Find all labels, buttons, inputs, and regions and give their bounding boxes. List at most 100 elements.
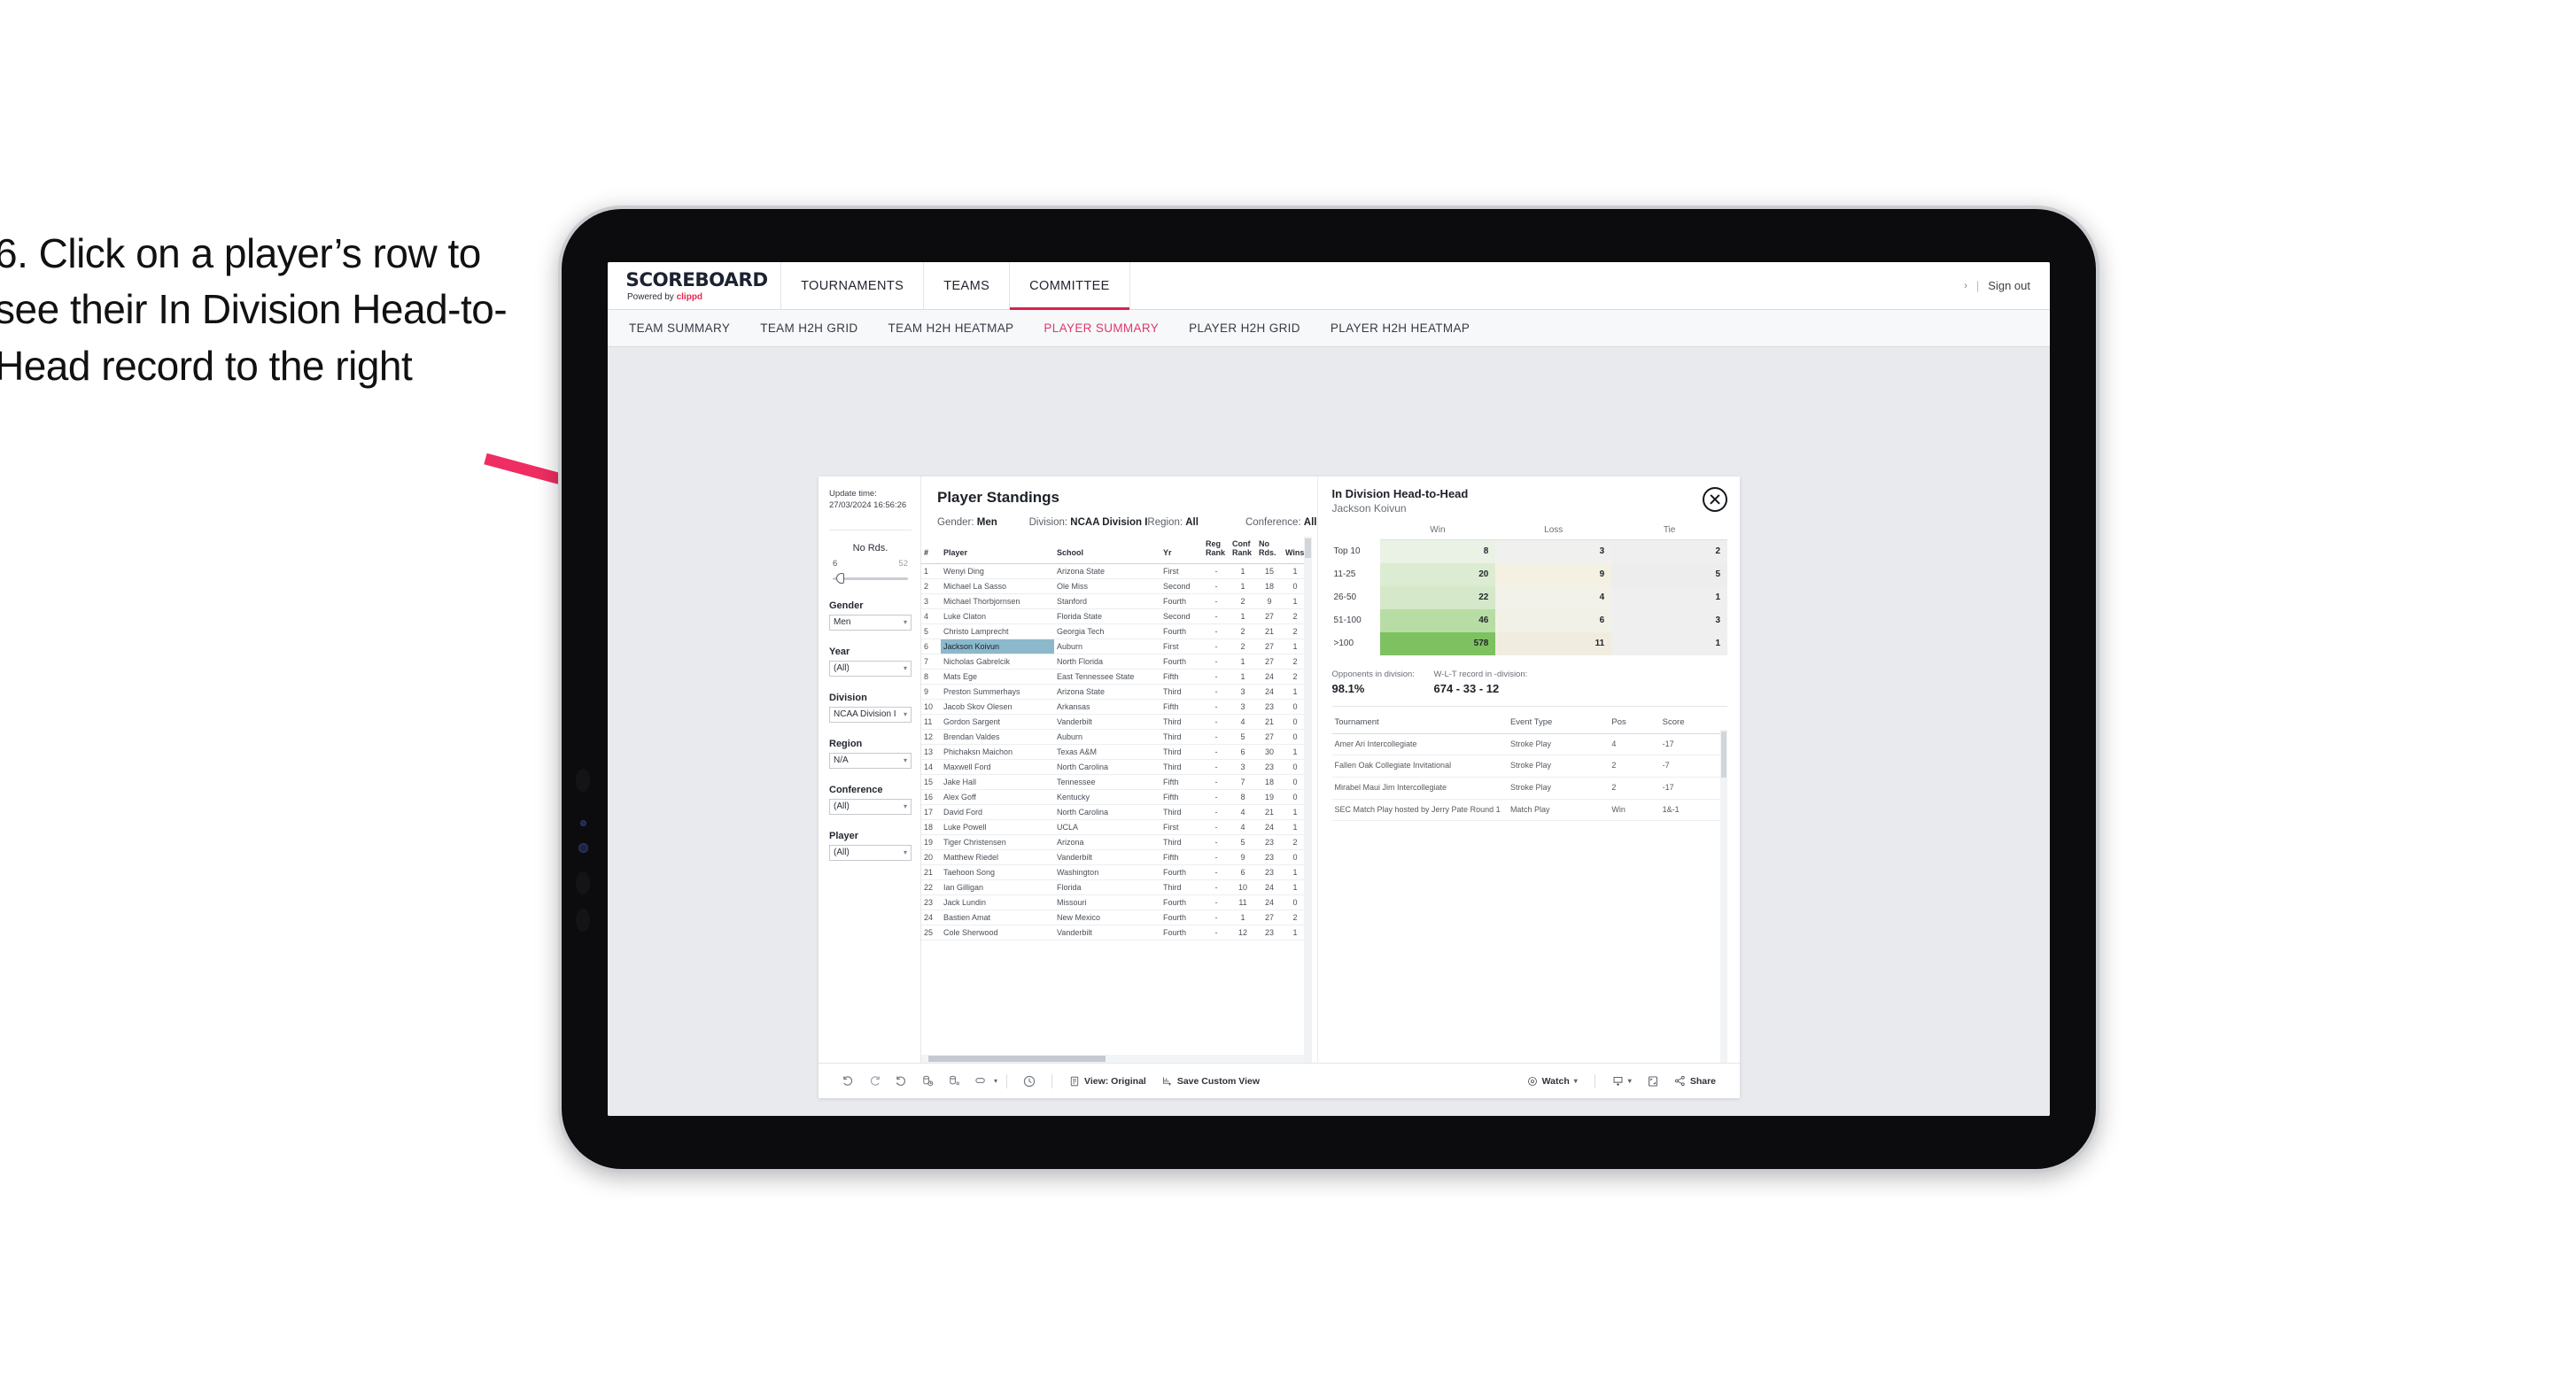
subtab-player-h2h-grid[interactable]: PLAYER H2H GRID <box>1189 321 1300 335</box>
nav-tab-committee[interactable]: COMMITTEE <box>1009 262 1130 310</box>
filter-gender-select[interactable]: Men ▾ <box>829 614 912 631</box>
table-row[interactable]: 10 Jacob Skov Olesen Arkansas Fifth -3 23 0 <box>921 699 1307 715</box>
close-icon[interactable] <box>1703 487 1727 512</box>
watch-label: Watch <box>1541 1075 1570 1087</box>
heatmap-cell[interactable]: 4 <box>1495 585 1612 609</box>
table-row[interactable]: 15 Jake Hall Tennessee Fifth -7 18 0 <box>921 774 1307 790</box>
heatmap-cell[interactable]: 1 <box>1611 585 1727 609</box>
table-row[interactable]: 19 Tiger Christensen Arizona Third -5 23 2 <box>921 834 1307 850</box>
sign-out-link[interactable]: Sign out <box>1988 279 2030 292</box>
col-year[interactable]: Yr <box>1160 537 1203 564</box>
filter-year-select[interactable]: (All) ▾ <box>829 660 912 677</box>
watch-button[interactable]: Watch ▾ <box>1519 1076 1586 1087</box>
col-school[interactable]: School <box>1054 537 1160 564</box>
table-row[interactable]: 4 Luke Claton Florida State Second -1 27 2 <box>921 608 1307 624</box>
subtab-player-summary[interactable]: PLAYER SUMMARY <box>1044 321 1159 335</box>
undo-icon[interactable] <box>834 1070 861 1093</box>
chevron-down-icon[interactable]: ▾ <box>1574 1077 1578 1085</box>
heatmap-cell[interactable]: 5 <box>1611 562 1727 586</box>
heatmap-cell[interactable]: 3 <box>1495 539 1612 563</box>
heatmap-cell[interactable]: 6 <box>1495 608 1612 632</box>
pause-updates-icon[interactable] <box>941 1070 967 1093</box>
table-row[interactable]: 3 Michael Thorbjornsen Stanford Fourth -2 9 1 <box>921 593 1307 609</box>
no-rounds-slider[interactable] <box>833 572 908 585</box>
col-rank[interactable]: # <box>921 537 941 564</box>
view-original-button[interactable]: View: Original <box>1061 1076 1154 1087</box>
list-item[interactable]: Mirabel Maui Jim Intercollegiate Stroke P… <box>1331 777 1727 800</box>
list-item[interactable]: SEC Match Play hosted by Jerry Pate Roun… <box>1331 799 1727 822</box>
tournament-scrollbar[interactable] <box>1720 729 1727 1063</box>
heatmap-cell[interactable]: 3 <box>1611 608 1727 632</box>
save-custom-view-button[interactable]: Save Custom View <box>1154 1076 1268 1087</box>
filter-region-select[interactable]: N/A ▾ <box>829 752 912 769</box>
table-row[interactable]: 13 Phichaksn Maichon Texas A&M Third -6 30 1 <box>921 744 1307 760</box>
horizontal-scrollbar[interactable] <box>921 1055 1304 1063</box>
redo-icon[interactable] <box>861 1070 888 1093</box>
chevron-down-icon[interactable]: ▾ <box>1628 1077 1632 1085</box>
horizontal-scroll-thumb[interactable] <box>928 1056 1106 1062</box>
table-row[interactable]: 5 Christo Lamprecht Georgia Tech Fourth -2 21… <box>921 623 1307 639</box>
instruction-callout: 6. Click on a player’s row to see their … <box>0 226 526 394</box>
table-row[interactable]: 17 David Ford North Carolina Third -4 21 1 <box>921 804 1307 820</box>
shape-icon[interactable] <box>967 1070 994 1093</box>
heatmap-cell[interactable]: 20 <box>1379 562 1496 586</box>
col-conf-rank[interactable]: Conf Rank <box>1230 537 1256 564</box>
subtab-team-summary[interactable]: TEAM SUMMARY <box>629 321 730 335</box>
table-row[interactable]: 7 Nicholas Gabrelcik North Florida Fourth -1… <box>921 654 1307 670</box>
filter-player-select[interactable]: (All) ▾ <box>829 844 912 861</box>
heatmap-cell[interactable]: 9 <box>1495 562 1612 586</box>
filter-conference-select[interactable]: (All) ▾ <box>829 798 912 815</box>
subtab-team-h2h-grid[interactable]: TEAM H2H GRID <box>760 321 857 335</box>
filter-division-select[interactable]: NCAA Division I ▾ <box>829 706 912 723</box>
heatmap-cell[interactable]: 1 <box>1611 631 1727 655</box>
nav-tab-teams[interactable]: TEAMS <box>923 262 1009 309</box>
table-row[interactable]: 12 Brendan Valdes Auburn Third -5 27 0 <box>921 729 1307 745</box>
table-row[interactable]: 25 Cole Sherwood Vanderbilt Fourth -12 23 1 <box>921 925 1307 941</box>
tournament-scroll-thumb[interactable] <box>1721 731 1726 778</box>
table-row[interactable]: 21 Taehoon Song Washington Fourth -6 23 1 <box>921 864 1307 880</box>
slider-handle[interactable] <box>836 572 844 584</box>
heatmap-cell[interactable]: 2 <box>1611 539 1727 563</box>
history-icon[interactable] <box>1016 1070 1043 1093</box>
filter-division-label: Division <box>829 692 867 703</box>
col-reg-rank[interactable]: Reg Rank <box>1203 537 1230 564</box>
chevron-right-icon[interactable]: › <box>1964 281 1967 291</box>
download-button[interactable]: ▾ <box>1604 1075 1640 1087</box>
list-item[interactable]: Amer Ari Intercollegiate Stroke Play 4 -17 <box>1331 733 1727 756</box>
subtab-team-h2h-heatmap[interactable]: TEAM H2H HEATMAP <box>888 321 1014 335</box>
table-row[interactable]: 8 Mats Ege East Tennessee State Fifth -1 24 2 <box>921 669 1307 685</box>
table-row[interactable]: 2 Michael La Sasso Ole Miss Second -1 18 0 <box>921 578 1307 594</box>
table-row[interactable]: 1 Wenyi Ding Arizona State First -1 15 1 <box>921 563 1307 579</box>
heatmap-cell[interactable]: 22 <box>1379 585 1496 609</box>
fullscreen-icon[interactable] <box>1640 1070 1666 1093</box>
table-row[interactable]: 11 Gordon Sargent Vanderbilt Third -4 21 0 <box>921 714 1307 730</box>
share-button[interactable]: Share <box>1666 1075 1724 1087</box>
col-no-rds[interactable]: No Rds. <box>1256 537 1283 564</box>
vertical-scrollbar[interactable] <box>1304 537 1312 1063</box>
heatmap-cell[interactable]: 8 <box>1379 539 1496 563</box>
col-player[interactable]: Player <box>941 537 1054 564</box>
subtab-player-h2h-heatmap[interactable]: PLAYER H2H HEATMAP <box>1331 321 1470 335</box>
table-row[interactable]: 24 Bastien Amat New Mexico Fourth -1 27 2 <box>921 910 1307 925</box>
brand-logo[interactable]: SCOREBOARD Powered by clippd <box>608 262 780 309</box>
table-row[interactable]: 20 Matthew Riedel Vanderbilt Fifth -9 23 0 <box>921 849 1307 865</box>
table-row[interactable]: 14 Maxwell Ford North Carolina Third -3 23 0 <box>921 759 1307 775</box>
vertical-scroll-thumb[interactable] <box>1305 538 1311 558</box>
revert-icon[interactable] <box>888 1070 914 1093</box>
heatmap-cell[interactable]: 46 <box>1379 608 1496 632</box>
table-row[interactable]: 22 Ian Gilligan Florida Third -10 24 1 <box>921 879 1307 895</box>
table-row[interactable]: 6 Jackson Koivun Auburn First -2 27 1 <box>921 639 1307 654</box>
cell-conf-rank: 1 <box>1230 563 1256 579</box>
table-row[interactable]: 9 Preston Summerhays Arizona State Third -3 2… <box>921 684 1307 700</box>
heatmap-cell[interactable]: 11 <box>1495 631 1612 655</box>
cell-tournament: Amer Ari Intercollegiate <box>1331 733 1508 756</box>
table-row[interactable]: 23 Jack Lundin Missouri Fourth -11 24 0 <box>921 894 1307 910</box>
list-item[interactable]: Fallen Oak Collegiate Invitational Stroke… <box>1331 755 1727 778</box>
table-row[interactable]: 16 Alex Goff Kentucky Fifth -8 19 0 <box>921 789 1307 805</box>
cell-tournament: Mirabel Maui Jim Intercollegiate <box>1331 777 1508 800</box>
nav-tab-tournaments[interactable]: TOURNAMENTS <box>780 262 923 309</box>
heatmap-cell[interactable]: 578 <box>1379 631 1496 655</box>
chevron-down-icon[interactable]: ▾ <box>994 1077 997 1085</box>
refresh-data-icon[interactable] <box>914 1070 941 1093</box>
table-row[interactable]: 18 Luke Powell UCLA First -4 24 1 <box>921 819 1307 835</box>
